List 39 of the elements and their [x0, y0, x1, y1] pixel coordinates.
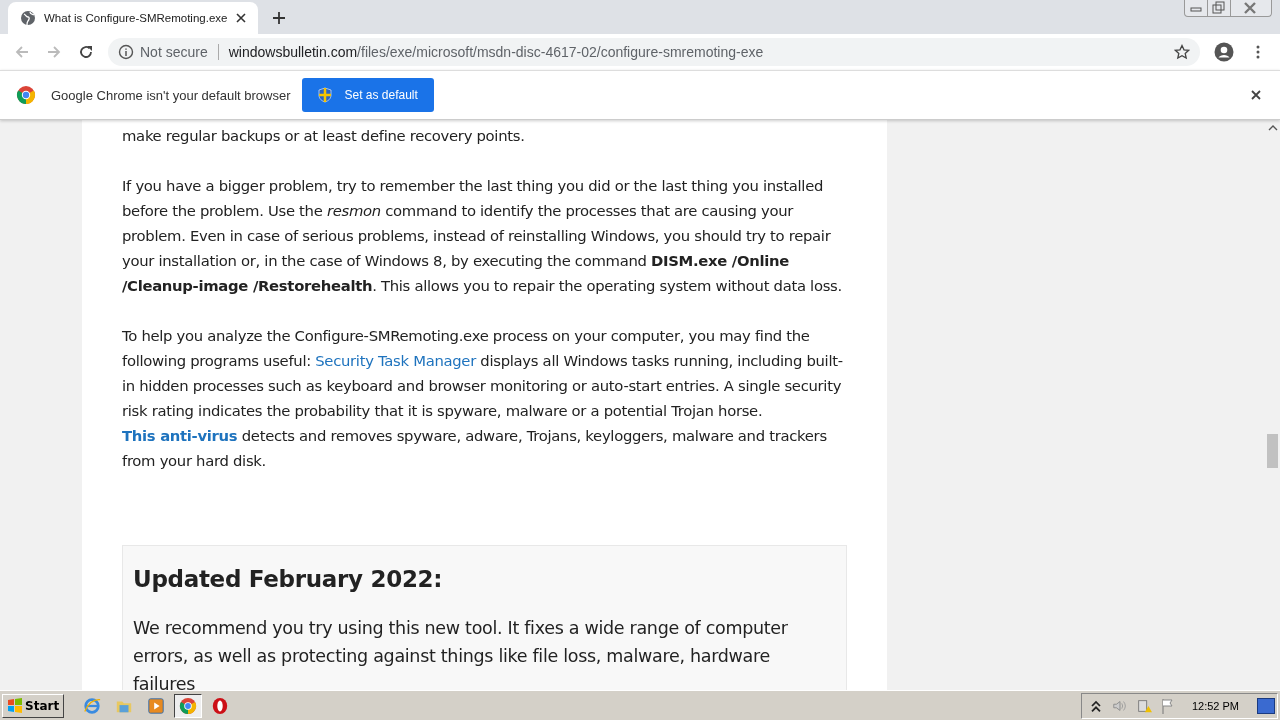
- update-text: We recommend you try using this new tool. It fixes a wide range of computer errors, as well as protecting against things like file loss, malware, hardware failures: [133, 617, 789, 690]
- star-icon[interactable]: [1174, 44, 1190, 60]
- shield-icon: [318, 87, 333, 103]
- flag-icon[interactable]: [1159, 697, 1176, 714]
- update-heading: Updated February 2022:: [133, 566, 444, 592]
- chrome-icon: [179, 696, 198, 715]
- set-default-button[interactable]: Set as default: [302, 78, 434, 112]
- globe-icon: [20, 10, 36, 26]
- new-tab-icon[interactable]: [272, 11, 286, 25]
- link[interactable]: Security Task Manager: [315, 352, 476, 369]
- scroll-thumb[interactable]: [1267, 434, 1278, 468]
- address-bar[interactable]: Not secure windowsbulletin.com/files/exe/microsoft/msdn-disc-4617-02/configure-smremoting-exe: [108, 38, 1200, 66]
- media-player-icon: [147, 696, 166, 715]
- start-button[interactable]: Start: [2, 693, 65, 718]
- reload-icon[interactable]: [78, 44, 94, 60]
- network-warning-icon[interactable]: [1135, 697, 1152, 714]
- taskbar-app[interactable]: [174, 693, 203, 718]
- scroll-up-icon[interactable]: [1267, 124, 1278, 132]
- infobar-message: Google Chrome isn't your default browser: [51, 87, 291, 103]
- tab-title: What is Configure-SMRemoting.exe: [44, 12, 228, 24]
- paragraph: make regular backups or at least define recovery points.: [122, 126, 526, 146]
- clock: 12:52 PM: [1191, 699, 1239, 712]
- opera-o-icon: [211, 696, 230, 715]
- browser-e-icon: [83, 696, 102, 715]
- show-desktop-button[interactable]: [1257, 697, 1275, 714]
- windows-logo-icon: [7, 697, 23, 714]
- paragraph: If you have a bigger problem, try to remember the last thing you did or the last thing you installed before the problem. Use the resmon command to identify the processes that are causing your problem. Even in case of serious problems, instead of reinstalling Windows, you should try to repair your installation or, in the case of Windows 8, by executing the command DISM.exe /Online /Cleanup-image /Restorehealth. This allows you to repair the operating system without data loss.: [122, 176, 843, 296]
- url-text: windowsbulletin.com/files/exe/microsoft/msdn-disc-4617-02/configure-smremoting-exe: [228, 44, 764, 60]
- close-icon[interactable]: [235, 12, 248, 24]
- browser-tab[interactable]: What is Configure-SMRemoting.exe: [8, 2, 258, 34]
- paragraph: To help you analyze the Configure-SMRemoting.exe process on your computer, you may find the following programs useful: Security Task Manager displays all Windows tasks running, including built-in hidden processes such as keyboard and browser monitoring or auto-start entries. A single security risk rating indicates the probability that it is spyware, malware or a potential Trojan horse. This anti-virus detects and removes spyware, adware, Trojans, keyloggers, malware and trackers from your hard disk.: [122, 326, 844, 471]
- back-icon[interactable]: [14, 44, 30, 60]
- close-icon[interactable]: [1250, 89, 1262, 101]
- forward-icon[interactable]: [46, 44, 62, 60]
- profile-icon[interactable]: [1214, 42, 1234, 62]
- security-label: Not secure: [140, 44, 208, 60]
- info-icon: [118, 44, 134, 60]
- link[interactable]: This anti-virus: [122, 427, 238, 444]
- chrome-logo-icon: [16, 85, 36, 105]
